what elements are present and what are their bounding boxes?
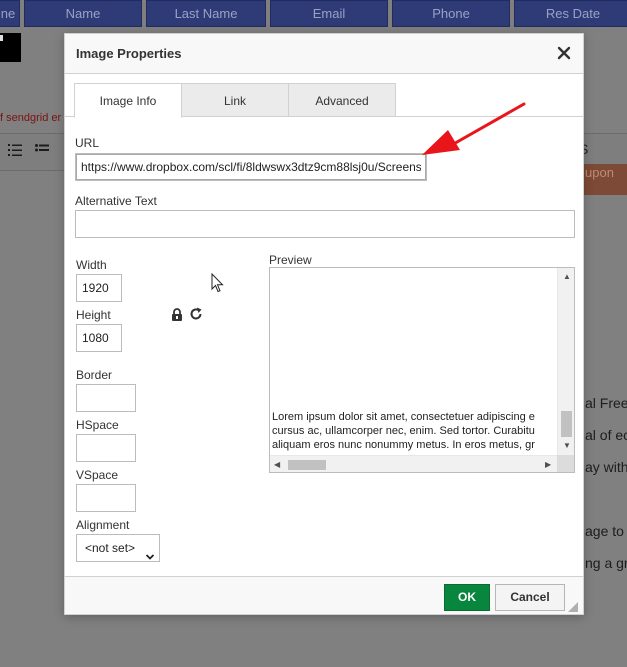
bg-text-line: al of ec: [585, 427, 627, 443]
alt-text-input[interactable]: [75, 210, 575, 238]
hspace-input[interactable]: [76, 434, 136, 462]
bg-text-line: ay with: [585, 459, 627, 475]
preview-text: Lorem ipsum dolor sit amet, consectetuer…: [272, 410, 557, 452]
bg-column-header: Name: [24, 0, 142, 27]
vspace-label: VSpace: [76, 468, 119, 482]
close-icon[interactable]: [555, 44, 573, 62]
tab-image-info[interactable]: Image Info: [74, 83, 182, 118]
chevron-down-icon: [145, 544, 155, 560]
bg-error-text: f sendgrid er: [0, 112, 62, 124]
cancel-button[interactable]: Cancel: [495, 584, 565, 611]
vertical-scroll-thumb[interactable]: [561, 411, 572, 437]
bg-text-line: ng a gr: [585, 555, 627, 571]
width-label: Width: [76, 258, 107, 272]
ok-button[interactable]: OK: [444, 584, 490, 611]
bg-black-button: [0, 33, 21, 62]
hspace-label: HSpace: [76, 418, 119, 432]
dialog-title: Image Properties: [76, 46, 182, 61]
alignment-select-value: <not set>: [85, 541, 136, 555]
url-label: URL: [75, 136, 100, 150]
scroll-right-icon[interactable]: ▶: [545, 461, 551, 469]
height-input[interactable]: [76, 324, 122, 352]
bg-orange-button: upon: [583, 164, 627, 195]
reset-icon[interactable]: [189, 307, 203, 321]
bg-numbered-list-icon: [8, 143, 22, 159]
bg-text-line: age to: [585, 523, 624, 539]
vspace-input[interactable]: [76, 484, 136, 512]
tab-advanced[interactable]: Advanced: [288, 83, 396, 117]
height-label: Height: [76, 308, 111, 322]
mouse-cursor: [211, 272, 225, 294]
scroll-down-icon[interactable]: ▼: [563, 442, 571, 450]
dialog-footer: OK Cancel: [65, 576, 583, 614]
alt-text-label: Alternative Text: [75, 194, 157, 208]
bg-column-header: Last Name: [146, 0, 266, 27]
bg-decoration: [0, 35, 3, 41]
preview-line: aliquam eros nunc nonummy metus. In eros…: [272, 439, 535, 451]
resize-handle-icon[interactable]: [568, 601, 578, 612]
bg-column-header: Phone: [392, 0, 510, 27]
horizontal-scroll-thumb[interactable]: [288, 460, 326, 470]
bg-text-line: al Free: [585, 395, 627, 411]
scroll-up-icon[interactable]: ▲: [563, 273, 571, 281]
preview-pane[interactable]: Lorem ipsum dolor sit amet, consectetuer…: [269, 267, 575, 473]
border-label: Border: [76, 368, 113, 382]
border-input[interactable]: [76, 384, 136, 412]
scrollbar-corner: [557, 455, 574, 472]
preview-vertical-scrollbar[interactable]: ▲ ▼: [557, 268, 574, 455]
bg-column-header: ne: [0, 0, 20, 27]
width-input[interactable]: [76, 274, 122, 302]
preview-horizontal-scrollbar[interactable]: ◀ ▶: [270, 455, 557, 472]
preview-line: cursus ac, ullamcorper nec, enim. Sed to…: [272, 425, 535, 437]
alignment-select[interactable]: <not set>: [76, 534, 160, 562]
alignment-label: Alignment: [76, 518, 130, 532]
bg-bullet-list-icon: [35, 143, 49, 159]
bg-column-header: Email: [270, 0, 388, 27]
dialog-title-bar[interactable]: Image Properties: [65, 34, 583, 74]
lock-icon[interactable]: [171, 308, 183, 321]
url-input[interactable]: [75, 153, 427, 181]
preview-label: Preview: [269, 253, 312, 267]
red-arrow-annotation: [420, 100, 528, 162]
tab-link[interactable]: Link: [181, 83, 289, 117]
bg-column-header: Res Date: [514, 0, 627, 27]
preview-line: Lorem ipsum dolor sit amet, consectetuer…: [272, 411, 535, 423]
scroll-left-icon[interactable]: ◀: [274, 461, 280, 469]
